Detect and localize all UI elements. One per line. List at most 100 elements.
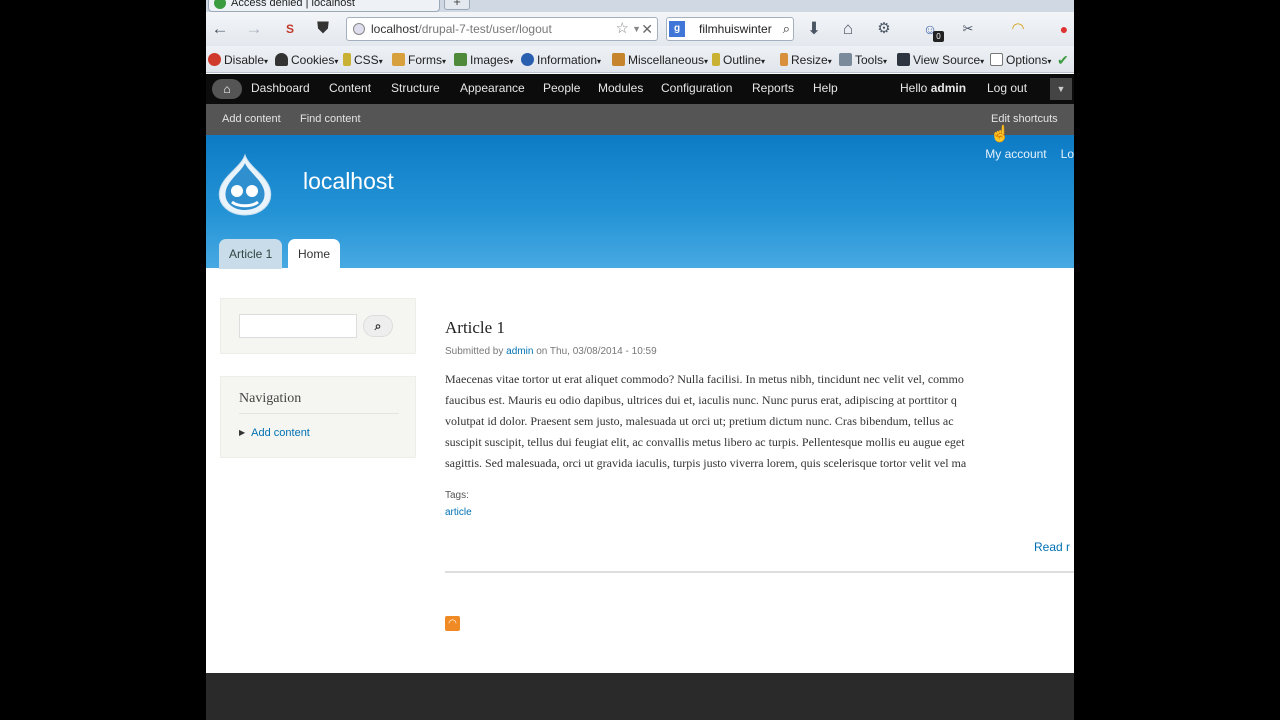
- divider: [239, 413, 399, 414]
- search-submit-button[interactable]: ⌕: [363, 315, 393, 337]
- address-bar[interactable]: localhost/drupal-7-test/user/logout ☆ ▼ …: [346, 17, 658, 41]
- back-arrow-icon[interactable]: ←: [208, 17, 232, 41]
- shortcut-find-content[interactable]: Find content: [300, 113, 361, 125]
- admin-menu-configuration[interactable]: Configuration: [661, 81, 732, 95]
- site-header: localhost My account Lo Article 1 Home: [206, 135, 1074, 269]
- tag-link[interactable]: article: [445, 507, 472, 518]
- admin-menu-help[interactable]: Help: [813, 81, 838, 95]
- header-logout-link[interactable]: Lo: [1061, 147, 1074, 161]
- devbar-cookies[interactable]: Cookies▾: [275, 51, 338, 69]
- article-title[interactable]: Article 1: [445, 318, 1074, 338]
- forms-icon: [392, 53, 405, 66]
- devbar-miscellaneous[interactable]: Miscellaneous▾: [612, 51, 708, 69]
- admin-menu-dashboard[interactable]: Dashboard: [251, 81, 310, 95]
- admin-home-icon[interactable]: ⌂: [212, 79, 242, 99]
- tags-label: Tags:: [445, 490, 469, 501]
- home-icon[interactable]: ⌂: [836, 17, 860, 41]
- outline-pencil-icon: [712, 53, 720, 66]
- search-block: ⌕: [220, 298, 416, 354]
- browser-tab[interactable]: Access denied | localhost: [208, 0, 440, 12]
- download-arrow-icon[interactable]: ⬇: [802, 17, 826, 41]
- tab-strip: Access denied | localhost +: [206, 0, 1074, 12]
- article-node: Article 1 Submitted by admin on Thu, 03/…: [445, 318, 1074, 554]
- devbar-information[interactable]: Information▾: [521, 51, 601, 69]
- magnifier-icon: ⌕: [374, 319, 382, 333]
- rainbow-icon[interactable]: ◠: [1006, 17, 1030, 41]
- admin-menu-reports[interactable]: Reports: [752, 81, 794, 95]
- author-link[interactable]: admin: [506, 346, 533, 357]
- bookmark-star-icon[interactable]: ☆: [616, 18, 629, 40]
- site-name[interactable]: localhost: [303, 168, 394, 195]
- admin-menu-appearance[interactable]: Appearance: [460, 81, 525, 95]
- plugin-icon[interactable]: ✂: [956, 17, 980, 41]
- view-source-icon: [897, 53, 910, 66]
- admin-menu-modules[interactable]: Modules: [598, 81, 643, 95]
- shield-icon[interactable]: ⛊: [311, 17, 335, 41]
- node-divider: [445, 571, 1074, 573]
- disable-icon: [208, 53, 221, 66]
- main-menu-tab-home[interactable]: Home: [288, 239, 341, 269]
- stop-icon[interactable]: ✕: [641, 18, 653, 40]
- devbar-images[interactable]: Images▾: [454, 51, 513, 69]
- article-body: Maecenas vitae tortor ut erat aliquet co…: [445, 369, 1074, 474]
- body-line: Maecenas vitae tortor ut erat aliquet co…: [445, 372, 964, 386]
- devbar-view-source[interactable]: View Source▾: [897, 51, 984, 69]
- globe-icon: [353, 23, 365, 35]
- admin-greeting: Hello admin: [900, 81, 967, 95]
- devbar-forms[interactable]: Forms▾: [392, 51, 446, 69]
- addon-s-icon[interactable]: S: [278, 17, 302, 41]
- tools-icon: [839, 53, 852, 66]
- rss-feed-icon[interactable]: ◠: [445, 616, 460, 631]
- body-line: faucibus est. Mauris eu odio dapibus, ul…: [445, 393, 957, 407]
- body-line: suscipit suscipit, tellus dui feugiat el…: [445, 435, 965, 449]
- admin-username: admin: [930, 81, 967, 95]
- tab-title: Access denied | localhost: [231, 0, 355, 9]
- menu-icon[interactable]: ●: [1052, 17, 1074, 41]
- navigation-toolbar: ← → S ⛊ localhost/drupal-7-test/user/log…: [206, 12, 1074, 46]
- search-icon[interactable]: ⌕: [783, 18, 790, 40]
- admin-menu-people[interactable]: People: [543, 81, 580, 95]
- nav-item-add-content[interactable]: ▶ Add content: [239, 427, 310, 439]
- body-line: sagittis. Sed malesuada, orci ut gravida…: [445, 456, 967, 470]
- shortcut-add-content[interactable]: Add content: [222, 113, 281, 125]
- checkmark-icon[interactable]: ✔: [1057, 51, 1069, 69]
- main-menu-tab-article-1[interactable]: Article 1: [219, 239, 283, 269]
- cookie-person-icon: [275, 53, 288, 66]
- admin-menu-structure[interactable]: Structure: [391, 81, 440, 95]
- shortcut-bar: Add content Find content Edit shortcuts: [206, 104, 1074, 135]
- gear-icon[interactable]: ⚙: [872, 17, 896, 41]
- search-input[interactable]: [239, 314, 357, 338]
- site-footer: [206, 673, 1074, 720]
- search-box[interactable]: g filmhuiswinter ⌕: [666, 17, 794, 41]
- tab-favicon-icon: [214, 0, 226, 9]
- devbar-outline[interactable]: Outline▾: [712, 51, 765, 69]
- new-tab-button[interactable]: +: [444, 0, 470, 10]
- submitted-info: Submitted by admin on Thu, 03/08/2014 - …: [445, 346, 657, 357]
- devbar-tools[interactable]: Tools▾: [839, 51, 887, 69]
- web-developer-toolbar: Disable▾ Cookies▾ CSS▾ Forms▾ Images▾ In…: [206, 46, 1074, 73]
- url-path: /drupal-7-test/user/logout: [418, 22, 552, 36]
- admin-menu-content[interactable]: Content: [329, 81, 371, 95]
- navigation-title: Navigation: [239, 391, 302, 406]
- misc-icon: [612, 53, 625, 66]
- url-dropdown-icon[interactable]: ▼: [632, 18, 641, 40]
- url-host: localhost: [371, 22, 419, 36]
- devbar-css[interactable]: CSS▾: [343, 51, 383, 69]
- devbar-resize[interactable]: Resize▾: [780, 51, 832, 69]
- pencil-icon: [343, 53, 351, 66]
- info-icon: [521, 53, 534, 66]
- drupal-logo-icon[interactable]: [216, 153, 274, 217]
- devbar-options[interactable]: Options▾: [990, 51, 1051, 69]
- read-more-link[interactable]: Read r: [1034, 540, 1070, 554]
- drupal-admin-toolbar: ⌂ Dashboard Content Structure Appearance…: [206, 74, 1074, 104]
- devbar-disable[interactable]: Disable▾: [208, 51, 268, 69]
- admin-logout-link[interactable]: Log out: [987, 81, 1027, 95]
- my-account-link[interactable]: My account: [985, 147, 1046, 161]
- resize-icon: [780, 53, 788, 66]
- google-icon[interactable]: g: [669, 21, 685, 37]
- image-icon: [454, 53, 467, 66]
- browser-window: Access denied | localhost + ← → S ⛊ loca…: [206, 0, 1074, 720]
- search-value: filmhuiswinter: [699, 22, 772, 36]
- forward-arrow-icon[interactable]: →: [242, 17, 266, 41]
- toolbar-toggle-icon[interactable]: ▼: [1050, 78, 1072, 100]
